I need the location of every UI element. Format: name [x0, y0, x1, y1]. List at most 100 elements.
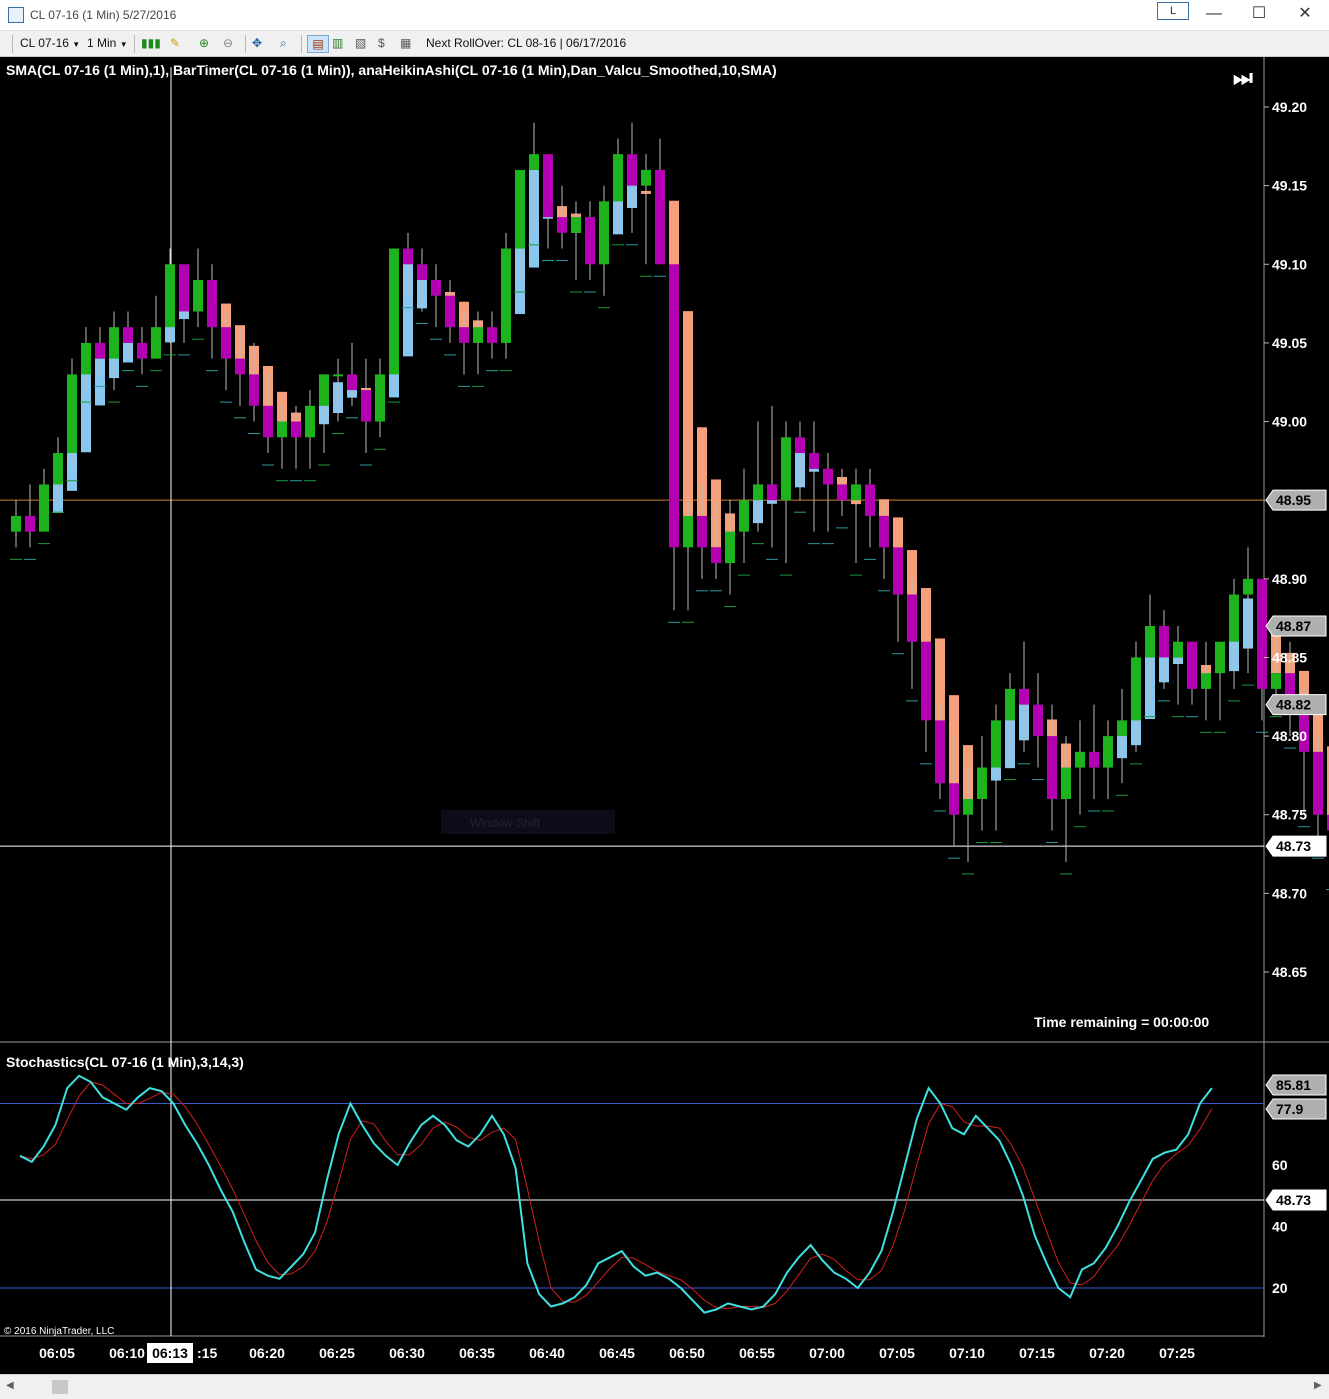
candle-body [585, 217, 595, 265]
candle-body [11, 515, 21, 532]
candle-body [109, 327, 119, 359]
chart-canvas[interactable]: 49.20 49.15 49.10 49.05 49.00 48.95 48.90 48.85… [0, 57, 1329, 1374]
time-tick-label: 07:10 [949, 1345, 985, 1361]
price-flag-label: 48.82 [1276, 697, 1311, 713]
candle-body [669, 264, 679, 548]
candle-body [1201, 673, 1211, 689]
chart-style-icon[interactable]: ▮▮▮ [141, 35, 161, 51]
candle-body [1047, 736, 1057, 799]
candle-body [697, 515, 707, 548]
candle-body [949, 783, 959, 815]
price-tick-label: 49.00 [1272, 414, 1307, 430]
candle-body [921, 641, 931, 721]
candle-body [851, 484, 861, 501]
time-tick-label: 06:30 [389, 1345, 425, 1361]
properties-icon[interactable]: ▦ [400, 35, 411, 51]
time-tick-label: 06:20 [249, 1345, 285, 1361]
candle-body [1215, 641, 1225, 674]
candle-body [893, 547, 903, 595]
indicators-icon[interactable]: ▥ [332, 35, 343, 51]
candle-body [249, 374, 259, 406]
chart-trader-icon[interactable]: ▧ [355, 35, 366, 51]
candle-body [137, 342, 147, 359]
candle-body [529, 154, 539, 170]
candle-body [165, 264, 175, 328]
price-flag-label: 48.87 [1276, 618, 1311, 634]
stochastics-label: Stochastics(CL 07-16 (1 Min),3,14,3) [6, 1054, 244, 1070]
candle-body [445, 295, 455, 328]
price-tick-label: 48.80 [1272, 728, 1307, 744]
skip-to-end-icon[interactable]: ⏭ [1233, 66, 1253, 91]
crosshair-icon[interactable]: ✥ [252, 35, 262, 51]
candle-body [67, 374, 77, 453]
horizontal-scrollbar[interactable]: ◀ ▶ [0, 1374, 1329, 1399]
candle-body [1019, 688, 1029, 705]
time-tick-label: 07:20 [1089, 1345, 1125, 1361]
time-tick-label: 06:50 [669, 1345, 705, 1361]
draw-pencil-icon[interactable]: ✎ [170, 35, 180, 51]
candle-body [81, 342, 91, 375]
candle-body [515, 169, 525, 249]
dollar-icon[interactable]: $ [378, 35, 385, 51]
candle-body [151, 327, 161, 359]
strategies-icon[interactable]: ▤ [307, 35, 329, 53]
candle-body [193, 280, 203, 312]
candle-body [1313, 751, 1323, 815]
price-tick-label: 48.65 [1272, 964, 1307, 980]
candle-body [1131, 657, 1141, 721]
close-button[interactable]: ✕ [1290, 4, 1320, 24]
stoch-flag: 48.73 [1265, 1189, 1327, 1211]
candle-body [221, 327, 231, 359]
candle-body [977, 767, 987, 799]
candle-body [319, 374, 329, 406]
candle-body [711, 547, 721, 564]
interval-selector[interactable]: 1 Min ▼ [87, 35, 128, 51]
candle-body [501, 248, 511, 343]
toolbar-separator [301, 35, 302, 53]
candle-body [935, 720, 945, 784]
instrument-selector[interactable]: CL 07-16 ▼ [20, 35, 80, 51]
candle-body [277, 421, 287, 438]
candle-body [753, 484, 763, 501]
candle-body [571, 217, 581, 233]
zoom-out-icon[interactable]: ⊖ [223, 35, 233, 51]
candle-body [543, 154, 553, 218]
candle-body [263, 405, 273, 438]
candle-body [235, 358, 245, 375]
candle-body [991, 720, 1001, 768]
candle-body [333, 374, 343, 377]
stoch-tick-label: 60 [1272, 1157, 1288, 1173]
time-tick-label: 06:10 [109, 1345, 145, 1361]
candle-body [1173, 641, 1183, 658]
candle-body [1089, 751, 1099, 768]
interval-label: 1 Min [87, 36, 117, 50]
candle-body [25, 515, 35, 532]
stoch-flag: 85.81 [1265, 1074, 1327, 1096]
magnifier-icon[interactable]: ⌕ [280, 35, 287, 51]
minimize-button[interactable]: — [1199, 4, 1229, 24]
title-bar: CL 07-16 (1 Min) 5/27/2016 L — ☐ ✕ [0, 0, 1329, 31]
candle-body [1075, 751, 1085, 768]
zoom-in-icon[interactable]: ⊕ [199, 35, 209, 51]
time-tick-label: 07:00 [809, 1345, 845, 1361]
time-tick-label: 07:25 [1159, 1345, 1195, 1361]
candle-body [879, 515, 889, 548]
candle-body [781, 437, 791, 501]
stoch-tick-label: 40 [1272, 1219, 1288, 1235]
instrument-label: CL 07-16 [20, 36, 69, 50]
candle-body [1159, 626, 1169, 658]
scroll-right-icon[interactable]: ▶ [1314, 1380, 1322, 1391]
stoch-tick-label: 20 [1272, 1280, 1288, 1296]
scroll-left-icon[interactable]: ◀ [6, 1380, 14, 1391]
user-badge[interactable]: L [1157, 2, 1189, 20]
scroll-thumb[interactable] [52, 1380, 68, 1394]
toolbar-separator [134, 35, 135, 53]
candle-body [613, 154, 623, 202]
price-tick-label: 48.75 [1272, 807, 1307, 823]
candle-body [347, 374, 357, 391]
maximize-button[interactable]: ☐ [1244, 4, 1274, 24]
stoch-flag: 77.9 [1265, 1098, 1327, 1120]
chevron-down-icon: ▼ [72, 40, 81, 49]
price-flag: 48.95 [1265, 489, 1327, 511]
price-tick-label: 49.15 [1272, 178, 1307, 194]
